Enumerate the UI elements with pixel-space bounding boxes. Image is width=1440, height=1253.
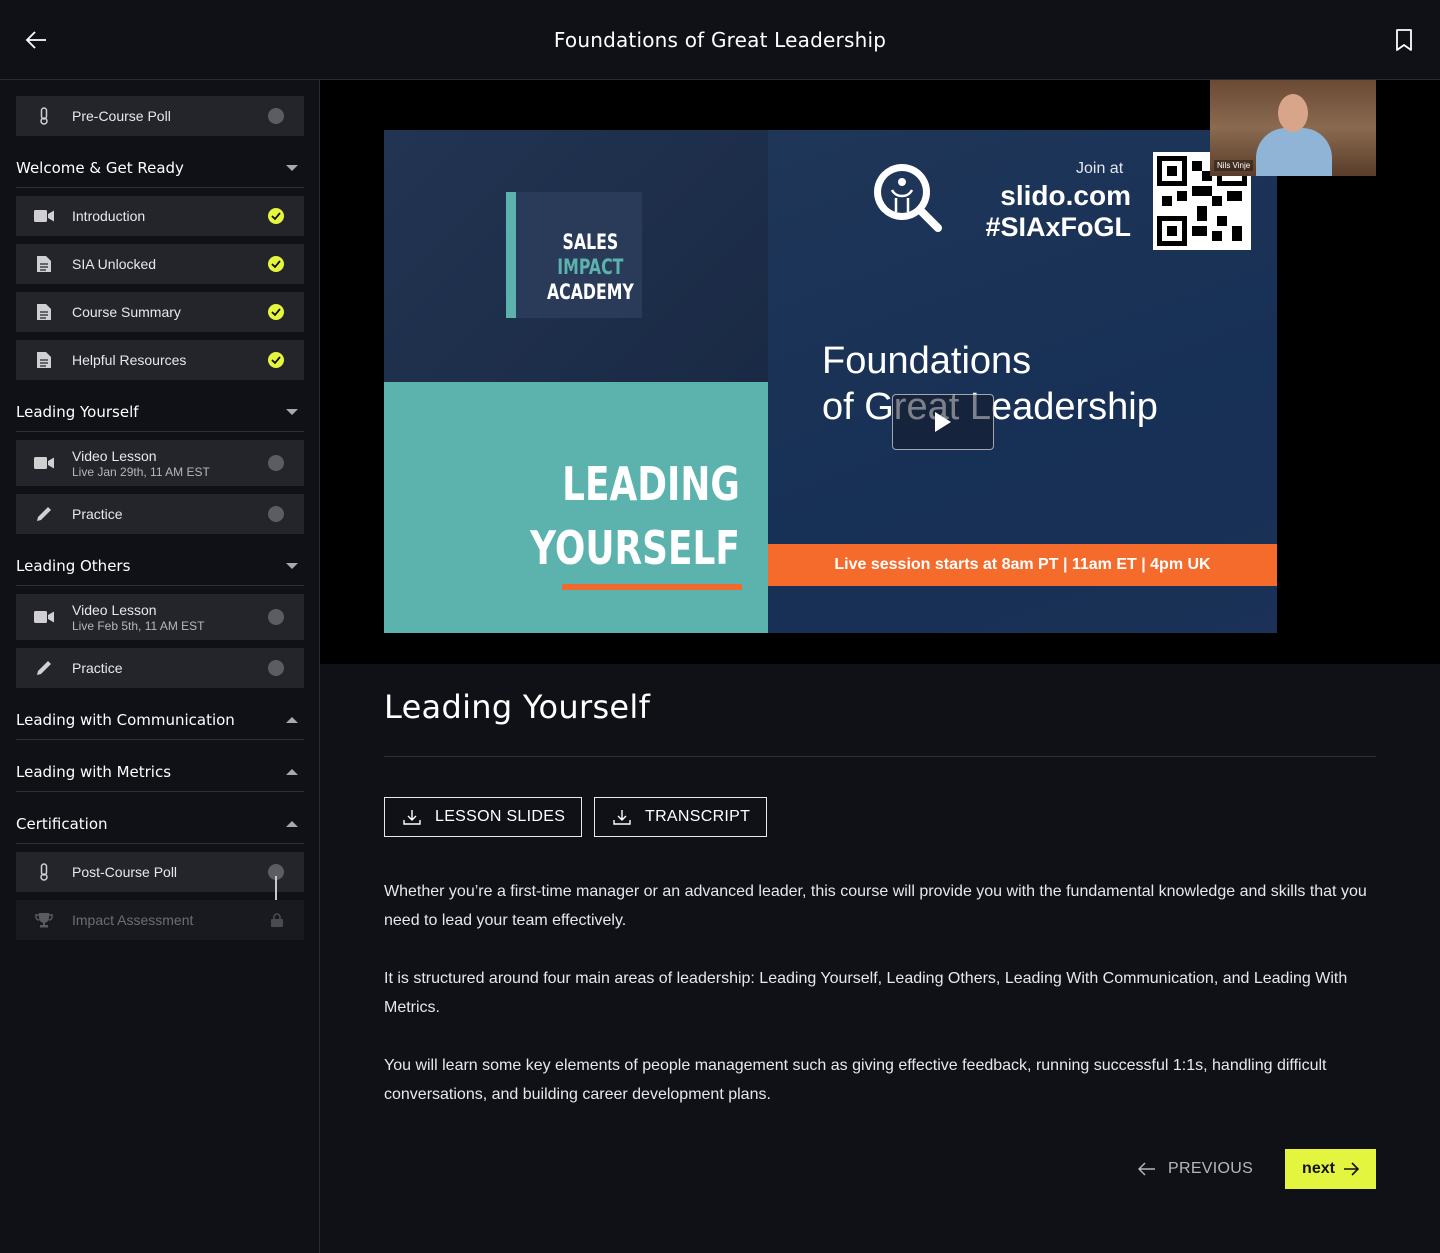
status-dot bbox=[268, 660, 284, 676]
document-icon bbox=[34, 254, 54, 274]
slide-slido-url: slido.com bbox=[1000, 180, 1131, 211]
top-bar: Foundations of Great Leadership bbox=[0, 0, 1440, 80]
document-icon bbox=[34, 350, 54, 370]
previous-button[interactable]: PREVIOUS bbox=[1138, 1149, 1253, 1189]
page-title: Foundations of Great Leadership bbox=[553, 28, 887, 52]
chevron-down-icon bbox=[286, 409, 298, 415]
sidebar-item-label: Post-Course Poll bbox=[72, 864, 178, 880]
chevron-down-icon bbox=[286, 563, 298, 569]
check-circle-icon bbox=[268, 304, 284, 320]
status-dot bbox=[268, 455, 284, 471]
sidebar-item-label: Video Lesson bbox=[72, 602, 157, 618]
slide-lead-text: LEADING YOURSELF bbox=[530, 457, 740, 575]
status-dot bbox=[268, 609, 284, 625]
section-certification[interactable]: Certification bbox=[16, 804, 304, 844]
sidebar-item-video-lesson-others[interactable]: Video Lesson Live Feb 5th, 11 AM EST bbox=[16, 594, 304, 640]
pencil-icon bbox=[34, 658, 54, 678]
slide-banner: Live session starts at 8am PT | 11am ET … bbox=[768, 544, 1277, 586]
divider bbox=[384, 756, 1376, 757]
lesson-description-paragraph: Whether you’re a first-time manager or a… bbox=[384, 883, 1367, 929]
video-icon bbox=[34, 206, 54, 226]
sidebar-item-label: Video Lesson bbox=[72, 448, 157, 464]
check-circle-icon bbox=[268, 256, 284, 272]
next-button[interactable]: next bbox=[1285, 1149, 1376, 1189]
status-dot bbox=[268, 108, 284, 124]
section-title: Leading with Metrics bbox=[16, 763, 172, 781]
bookmark-icon bbox=[1396, 29, 1412, 51]
sidebar-item-label: Pre-Course Poll bbox=[72, 108, 171, 124]
sidebar-item-label: Practice bbox=[72, 506, 123, 522]
chevron-down-icon bbox=[286, 165, 298, 171]
download-icon bbox=[613, 810, 631, 825]
section-leading-yourself[interactable]: Leading Yourself bbox=[16, 392, 304, 432]
presenter-name: Nils Vinje bbox=[1214, 160, 1254, 171]
sidebar-item-impact-assessment: Impact Assessment bbox=[16, 900, 304, 940]
pencil-icon bbox=[34, 504, 54, 524]
slido-search-icon bbox=[874, 164, 942, 232]
sidebar-item-helpful-resources[interactable]: Helpful Resources bbox=[16, 340, 304, 380]
section-leading-others[interactable]: Leading Others bbox=[16, 546, 304, 586]
video-frame: SALES IMPACT ACADEMY LEADING YOURSELF Jo… bbox=[384, 130, 1277, 633]
play-button[interactable] bbox=[892, 394, 994, 450]
lesson-title: Leading Yourself bbox=[384, 688, 651, 726]
sidebar-item-label: Course Summary bbox=[72, 304, 181, 320]
video-icon bbox=[34, 453, 54, 473]
sidebar-item-video-lesson-yourself[interactable]: Video Lesson Live Jan 29th, 11 AM EST bbox=[16, 440, 304, 486]
video-player[interactable]: SALES IMPACT ACADEMY LEADING YOURSELF Jo… bbox=[320, 80, 1440, 664]
sidebar-item-course-summary[interactable]: Course Summary bbox=[16, 292, 304, 332]
presenter-webcam: Nils Vinje bbox=[1210, 80, 1376, 176]
section-leading-with-metrics[interactable]: Leading with Metrics bbox=[16, 752, 304, 792]
sidebar-item-label: Helpful Resources bbox=[72, 352, 187, 368]
section-title: Leading Yourself bbox=[16, 403, 139, 421]
sidebar-item-label: SIA Unlocked bbox=[72, 256, 157, 272]
sidebar-item-label: Practice bbox=[72, 660, 123, 676]
slide-hashtag: #SIAxFoGL bbox=[985, 212, 1131, 242]
document-icon bbox=[34, 302, 54, 322]
check-circle-icon bbox=[268, 208, 284, 224]
lesson-description-paragraph: It is structured around four main areas … bbox=[384, 970, 1348, 1016]
thermometer-icon bbox=[34, 106, 54, 126]
chevron-up-icon bbox=[286, 769, 298, 775]
play-icon bbox=[935, 412, 951, 432]
arrow-left-icon bbox=[1138, 1162, 1155, 1176]
live-date: Live Jan 29th, 11 AM EST bbox=[72, 465, 210, 479]
sidebar-item-sia-unlocked[interactable]: SIA Unlocked bbox=[16, 244, 304, 284]
section-title: Certification bbox=[16, 815, 108, 833]
download-icon bbox=[403, 810, 421, 825]
sidebar-item-practice-others[interactable]: Practice bbox=[16, 648, 304, 688]
lock-icon bbox=[270, 913, 284, 927]
sales-impact-academy-logo: SALES IMPACT ACADEMY bbox=[506, 192, 642, 318]
lesson-description-paragraph: You will learn some key elements of peop… bbox=[384, 1057, 1327, 1103]
trophy-icon bbox=[34, 910, 54, 930]
thermometer-icon bbox=[34, 862, 54, 882]
section-title: Leading with Communication bbox=[16, 711, 235, 729]
chevron-up-icon bbox=[286, 717, 298, 723]
bookmark-button[interactable] bbox=[1394, 28, 1414, 52]
section-title: Leading Others bbox=[16, 557, 131, 575]
transcript-button[interactable]: TRANSCRIPT bbox=[594, 797, 768, 837]
lesson-slides-button[interactable]: LESSON SLIDES bbox=[384, 797, 583, 837]
sidebar-item-label: Introduction bbox=[72, 208, 146, 224]
arrow-right-icon bbox=[1343, 1162, 1359, 1176]
sidebar-item-label: Impact Assessment bbox=[72, 912, 194, 928]
check-circle-icon bbox=[268, 352, 284, 368]
chevron-up-icon bbox=[286, 821, 298, 827]
live-date: Live Feb 5th, 11 AM EST bbox=[72, 619, 205, 633]
slide-join-at: Join at bbox=[1076, 160, 1124, 177]
status-dot bbox=[268, 506, 284, 522]
sidebar-item-practice-yourself[interactable]: Practice bbox=[16, 494, 304, 534]
section-leading-with-communication[interactable]: Leading with Communication bbox=[16, 700, 304, 740]
sidebar-item-post-course-poll[interactable]: Post-Course Poll bbox=[16, 852, 304, 892]
sidebar-item-introduction[interactable]: Introduction bbox=[16, 196, 304, 236]
section-title: Welcome & Get Ready bbox=[16, 159, 184, 177]
video-icon bbox=[34, 607, 54, 627]
section-welcome[interactable]: Welcome & Get Ready bbox=[16, 148, 304, 188]
sidebar-item-pre-course-poll[interactable]: Pre-Course Poll bbox=[16, 96, 304, 136]
